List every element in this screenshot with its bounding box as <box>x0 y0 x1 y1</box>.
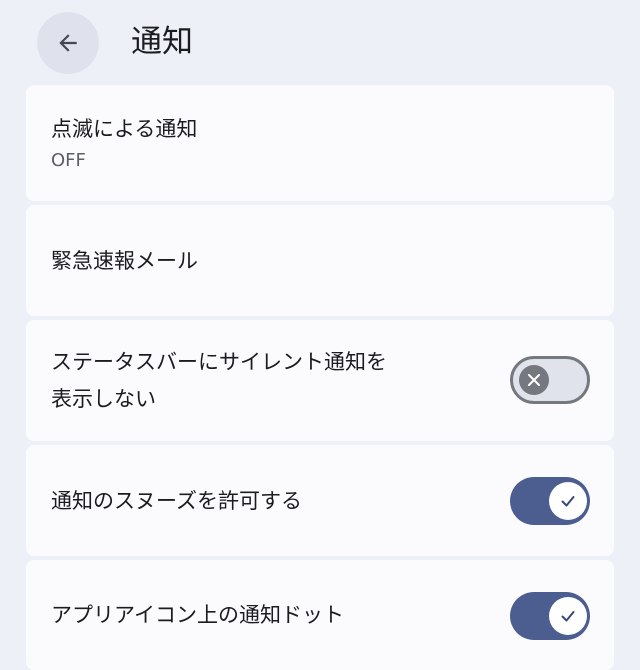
setting-hide-silent-notifications[interactable]: ステータスバーにサイレント通知を 表示しない <box>26 320 614 441</box>
setting-title: 通知のスヌーズを許可する <box>51 489 302 513</box>
setting-value: OFF <box>51 150 86 171</box>
setting-emergency-alerts[interactable]: 緊急速報メール <box>26 205 614 316</box>
toggle-knob <box>519 365 549 395</box>
toggle-knob <box>549 597 587 635</box>
notification-dots-toggle[interactable] <box>510 592 590 640</box>
setting-title: 点滅による通知 <box>51 117 198 141</box>
page-title: 通知 <box>131 24 193 60</box>
setting-title-line1: ステータスバーにサイレント通知を <box>51 350 387 374</box>
setting-title-line2: 表示しない <box>51 387 156 411</box>
top-app-bar: 通知 <box>0 0 640 84</box>
hide-silent-notifications-toggle[interactable] <box>510 356 590 404</box>
close-icon <box>528 374 540 386</box>
toggle-knob <box>549 482 587 520</box>
allow-snooze-toggle[interactable] <box>510 477 590 525</box>
setting-allow-snooze[interactable]: 通知のスヌーズを許可する <box>26 445 614 556</box>
setting-title: アプリアイコン上の通知ドット <box>51 603 344 627</box>
back-button[interactable] <box>37 12 99 74</box>
setting-notification-dots[interactable]: アプリアイコン上の通知ドット <box>26 560 614 670</box>
check-icon <box>561 496 575 507</box>
setting-flash-notification[interactable]: 点滅による通知 OFF <box>26 85 614 201</box>
arrow-left-icon <box>59 34 77 52</box>
setting-title: 緊急速報メール <box>51 249 198 273</box>
check-icon <box>561 611 575 622</box>
